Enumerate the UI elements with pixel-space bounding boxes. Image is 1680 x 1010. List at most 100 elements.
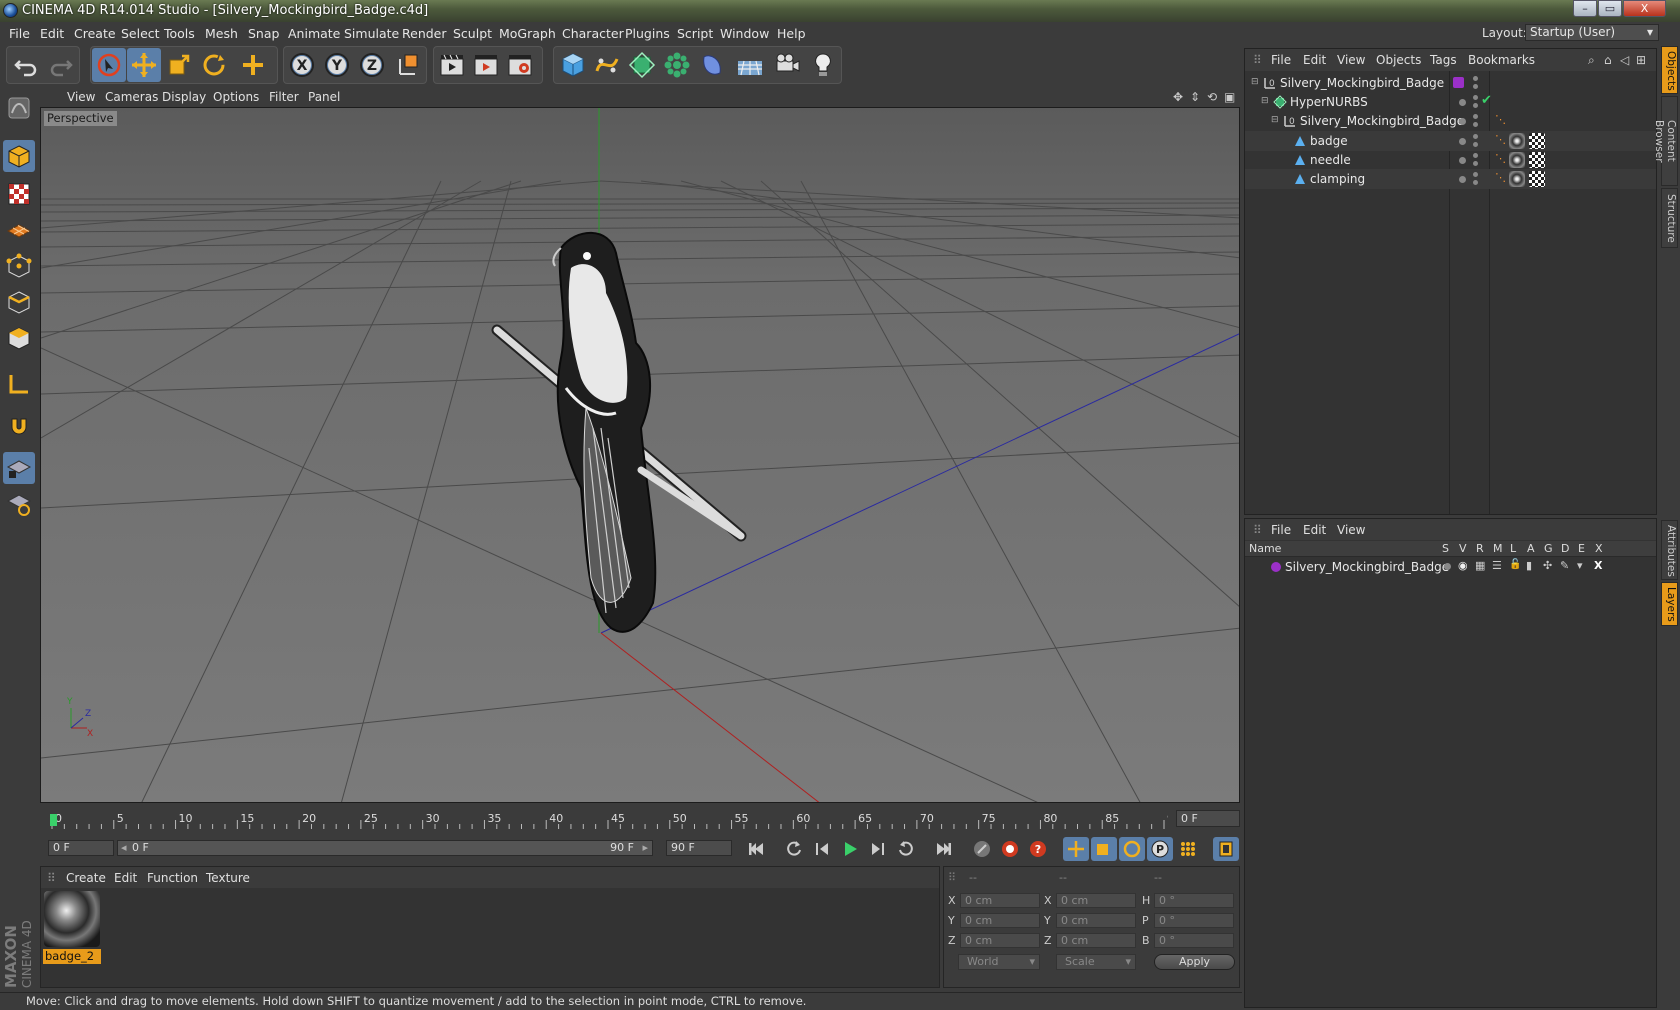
points-mode-icon[interactable] bbox=[3, 250, 35, 282]
visibility-dot[interactable] bbox=[1459, 99, 1466, 106]
object-row[interactable]: clamping ⋱ bbox=[1245, 169, 1656, 189]
timeline-playhead[interactable] bbox=[50, 814, 57, 826]
menu-tools[interactable]: Tools bbox=[164, 26, 195, 41]
column-generators[interactable]: G bbox=[1544, 542, 1553, 555]
editor-visibility-dot[interactable] bbox=[1473, 134, 1478, 139]
object-row[interactable]: badge ⋱ bbox=[1245, 131, 1656, 151]
current-frame-field[interactable]: 0 F bbox=[1176, 810, 1240, 827]
editor-visibility-dot[interactable] bbox=[1473, 153, 1478, 158]
lock-icon[interactable]: 🔓 bbox=[1509, 559, 1521, 570]
go-to-end-icon[interactable] bbox=[931, 837, 957, 861]
polygons-mode-icon[interactable] bbox=[3, 322, 35, 354]
menu-window[interactable]: Window bbox=[720, 26, 769, 41]
material-menu-create[interactable]: Create bbox=[66, 871, 106, 885]
column-manager[interactable]: M bbox=[1493, 542, 1503, 555]
apply-button[interactable]: Apply bbox=[1154, 954, 1235, 970]
edges-mode-icon[interactable] bbox=[3, 286, 35, 318]
render-view-icon[interactable] bbox=[435, 48, 469, 82]
menu-select[interactable]: Select bbox=[121, 26, 160, 41]
column-locked[interactable]: L bbox=[1510, 542, 1516, 555]
record-rotation-icon[interactable] bbox=[1119, 837, 1145, 861]
redo-icon[interactable] bbox=[44, 48, 78, 82]
rotate-icon[interactable] bbox=[197, 48, 231, 82]
render-icon[interactable]: ▦ bbox=[1475, 559, 1485, 572]
go-to-start-icon[interactable] bbox=[743, 837, 769, 861]
layer-row[interactable]: Silvery_Mockingbird_Badge ◉ ▦ ☰ 🔓 ▮ ✣ ✎ … bbox=[1245, 558, 1656, 576]
workplane-icon[interactable] bbox=[3, 214, 35, 246]
floor-icon[interactable] bbox=[733, 48, 767, 82]
object-menu-objects[interactable]: Objects bbox=[1376, 53, 1421, 67]
layer-color-dot[interactable] bbox=[1271, 562, 1281, 572]
editor-visibility-dot[interactable] bbox=[1473, 95, 1478, 100]
size-z-field[interactable]: 0 cm bbox=[1056, 933, 1136, 948]
tab-objects[interactable]: Objects bbox=[1661, 46, 1678, 94]
tab-structure[interactable]: Structure bbox=[1661, 188, 1678, 248]
light-icon[interactable] bbox=[806, 48, 840, 82]
rotate-view-icon[interactable]: ⟲ bbox=[1207, 90, 1217, 104]
phong-tag-icon[interactable]: ⋱ bbox=[1495, 171, 1506, 184]
render-visibility-dot[interactable] bbox=[1473, 180, 1478, 185]
record-parameter-icon[interactable]: P bbox=[1147, 837, 1173, 861]
menu-plugins[interactable]: Plugins bbox=[625, 26, 670, 41]
coordinate-mode-dropdown[interactable]: Scale ▾ bbox=[1056, 954, 1136, 970]
menu-snap[interactable]: Snap bbox=[248, 26, 279, 41]
enabled-check-icon[interactable]: ✔ bbox=[1481, 93, 1492, 108]
size-y-field[interactable]: 0 cm bbox=[1056, 913, 1136, 928]
column-render[interactable]: R bbox=[1476, 542, 1484, 555]
coordinate-space-dropdown[interactable]: World ▾ bbox=[958, 954, 1040, 970]
record-scale-icon[interactable] bbox=[1091, 837, 1117, 861]
size-x-field[interactable]: 0 cm bbox=[1056, 893, 1136, 908]
material-menu-function[interactable]: Function bbox=[147, 871, 198, 885]
spline-icon[interactable] bbox=[590, 48, 624, 82]
editor-visibility-dot[interactable] bbox=[1473, 172, 1478, 177]
undo-icon[interactable] bbox=[9, 48, 43, 82]
editor-visibility-dot[interactable] bbox=[1473, 76, 1478, 81]
object-menu-view[interactable]: View bbox=[1337, 53, 1365, 67]
nurbs-icon[interactable] bbox=[625, 48, 659, 82]
animation-icon[interactable]: ▮ bbox=[1526, 559, 1532, 572]
object-row[interactable]: ⊟ HyperNURBS ✔ bbox=[1245, 92, 1656, 112]
menu-help[interactable]: Help bbox=[777, 26, 806, 41]
record-position-icon[interactable] bbox=[1063, 837, 1089, 861]
visibility-dot[interactable] bbox=[1459, 118, 1466, 125]
texture-mode-icon[interactable] bbox=[3, 178, 35, 210]
eye-icon[interactable]: ◉ bbox=[1458, 559, 1468, 572]
layer-color-swatch[interactable] bbox=[1453, 77, 1464, 88]
object-mode-icon[interactable] bbox=[3, 140, 35, 172]
menu-render[interactable]: Render bbox=[402, 26, 447, 41]
coordinate-system-icon[interactable] bbox=[392, 48, 426, 82]
object-row[interactable]: ⊟ 0 Silvery_Mockingbird_Badge bbox=[1245, 73, 1656, 93]
search-icon[interactable]: ⌕ bbox=[1588, 53, 1595, 68]
rot-p-field[interactable]: 0 ° bbox=[1154, 913, 1234, 928]
object-row[interactable]: needle ⋱ bbox=[1245, 150, 1656, 170]
back-icon[interactable]: ◁ bbox=[1620, 53, 1629, 67]
menu-script[interactable]: Script bbox=[677, 26, 713, 41]
pos-z-field[interactable]: 0 cm bbox=[960, 933, 1040, 948]
layer-menu-file[interactable]: File bbox=[1271, 523, 1291, 537]
y-axis-icon[interactable]: Y bbox=[320, 48, 354, 82]
viewport-menu-display[interactable]: Display bbox=[162, 90, 206, 104]
viewport-menu-panel[interactable]: Panel bbox=[308, 90, 340, 104]
live-selection-icon[interactable] bbox=[92, 48, 126, 82]
record-point-level-icon[interactable] bbox=[1175, 837, 1201, 861]
menu-create[interactable]: Create bbox=[74, 26, 116, 41]
start-frame-field[interactable]: 0 F bbox=[48, 840, 114, 856]
camera-icon[interactable] bbox=[770, 48, 804, 82]
render-visibility-dot[interactable] bbox=[1473, 122, 1478, 127]
keyframe-selection-icon[interactable]: ? bbox=[1025, 837, 1051, 861]
column-solo[interactable]: S bbox=[1442, 542, 1449, 555]
snap-icon[interactable] bbox=[3, 410, 35, 442]
editor-visibility-dot[interactable] bbox=[1473, 114, 1478, 119]
axis-mode-icon[interactable] bbox=[3, 368, 35, 400]
collapse-icon[interactable]: ⊟ bbox=[1261, 96, 1269, 106]
column-name[interactable]: Name bbox=[1249, 542, 1281, 555]
material-menu-edit[interactable]: Edit bbox=[114, 871, 137, 885]
menu-edit[interactable]: Edit bbox=[40, 26, 64, 41]
column-expressions[interactable]: E bbox=[1578, 542, 1585, 555]
visibility-dot[interactable] bbox=[1459, 157, 1466, 164]
tab-layers[interactable]: Layers bbox=[1661, 582, 1678, 626]
material-menu-texture[interactable]: Texture bbox=[206, 871, 250, 885]
phong-tag-icon[interactable]: ⋱ bbox=[1495, 133, 1506, 146]
render-visibility-dot[interactable] bbox=[1473, 161, 1478, 166]
material-tag-icon[interactable] bbox=[1509, 171, 1525, 187]
